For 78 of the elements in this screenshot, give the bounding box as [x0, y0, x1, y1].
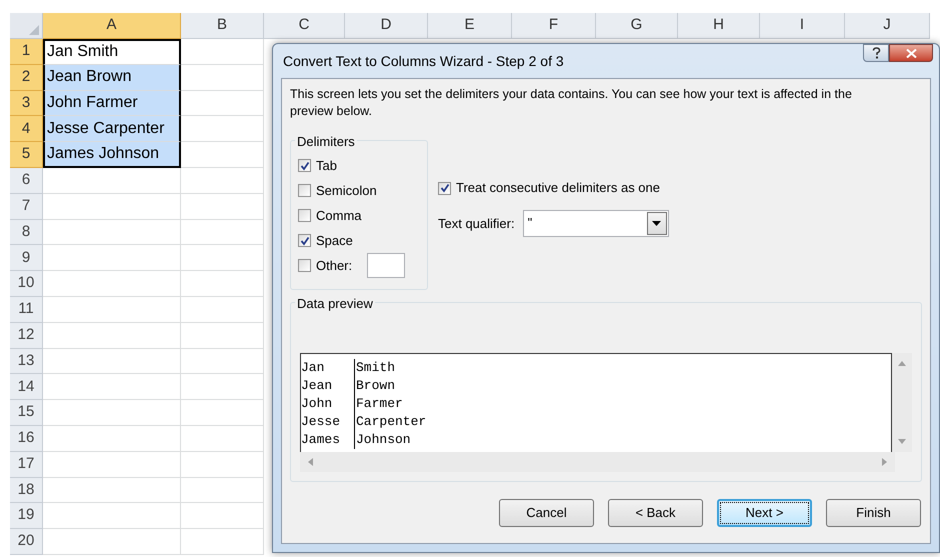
other-delimiter-field[interactable] — [367, 253, 406, 278]
scroll-down-icon[interactable] — [898, 439, 906, 444]
row-header[interactable]: 18 — [10, 478, 43, 504]
caret-icon — [652, 221, 662, 226]
column-header[interactable]: J — [845, 13, 930, 39]
row-header[interactable]: 4 — [10, 116, 43, 142]
row-header[interactable]: 10 — [10, 271, 43, 297]
scroll-right-icon[interactable] — [882, 458, 887, 466]
checkbox-label: Semicolon — [316, 182, 377, 200]
table-cell: James Johnson — [43, 142, 181, 168]
scroll-left-icon[interactable] — [308, 458, 313, 466]
column-header[interactable]: G — [596, 13, 678, 39]
dialog-button[interactable]: < Back — [608, 499, 703, 527]
checkbox-label: Comma — [316, 206, 362, 225]
row-header[interactable]: 3 — [10, 90, 43, 116]
row-header[interactable]: 13 — [10, 348, 43, 374]
preview-cell: Jesse — [301, 413, 355, 431]
close-button[interactable] — [889, 44, 933, 62]
checkbox[interactable] — [298, 159, 311, 172]
help-icon — [872, 47, 880, 59]
preview-cell: John — [301, 395, 355, 413]
column-header[interactable]: B — [181, 13, 264, 39]
column-header[interactable]: E — [428, 13, 512, 39]
close-icon — [906, 48, 916, 58]
row-header[interactable]: 14 — [10, 374, 43, 400]
column-header[interactable]: C — [264, 13, 345, 39]
row-header[interactable]: 15 — [10, 400, 43, 426]
column-header[interactable]: D — [345, 13, 428, 39]
field-label: Text qualifier: — [438, 214, 515, 233]
table-cell: John Farmer — [43, 90, 181, 116]
row-header[interactable]: 16 — [10, 426, 43, 452]
preview-cell: Farmer — [355, 395, 403, 413]
checkbox[interactable] — [298, 209, 311, 222]
checkbox[interactable] — [298, 184, 311, 197]
row-header[interactable]: 8 — [10, 220, 43, 246]
row-header[interactable]: 9 — [10, 245, 43, 272]
checkbox[interactable] — [298, 259, 311, 272]
window-title: Convert Text to Columns Wizard - Step 2 of 3 — [283, 52, 565, 71]
row-header[interactable]: 1 — [10, 39, 43, 65]
table-cell: Jan Smith — [43, 39, 181, 65]
checkbox-label: Tab — [316, 156, 337, 175]
row-header[interactable]: 7 — [10, 194, 43, 220]
checkbox-label: Treat consecutive delimiters as one — [456, 179, 660, 198]
preview-cell: Jan — [301, 359, 355, 377]
row-header[interactable]: 11 — [10, 296, 43, 323]
row-header[interactable]: 17 — [10, 452, 43, 478]
vertical-scrollbar[interactable] — [892, 353, 912, 452]
horizontal-scrollbar[interactable] — [300, 452, 895, 472]
row-header[interactable]: 5 — [10, 142, 43, 168]
checkbox-label: Space — [316, 232, 353, 250]
row-header[interactable]: 6 — [10, 168, 43, 194]
help-button[interactable] — [863, 44, 889, 62]
column-header[interactable]: F — [512, 13, 596, 39]
row-header[interactable]: 20 — [10, 529, 43, 555]
description-text: This screen lets you set the delimiters your data contains. You can see how your text is affected in the preview below. — [290, 86, 853, 120]
triangle-icon — [29, 25, 39, 35]
dialog-button[interactable]: Cancel — [499, 499, 594, 527]
table-cell: Jean Brown — [43, 64, 181, 91]
scroll-up-icon[interactable] — [898, 361, 906, 366]
row-header[interactable]: 2 — [10, 64, 43, 91]
preview-cell: Johnson — [355, 431, 411, 449]
row-header[interactable]: 12 — [10, 322, 43, 349]
column-header[interactable]: H — [678, 13, 760, 39]
dialog-button[interactable]: Next > — [717, 499, 812, 527]
dialog-button[interactable]: Finish — [826, 499, 921, 527]
checkbox-label: Other: — [316, 256, 352, 275]
preview-cell: Brown — [355, 377, 396, 395]
text-qualifier-dropdown[interactable]: " — [522, 210, 669, 237]
preview-cell: James — [301, 431, 355, 449]
column-header[interactable]: A — [43, 13, 181, 39]
checkbox[interactable] — [298, 234, 311, 247]
preview-cell: Smith — [355, 359, 396, 377]
preview-cell: Jean — [301, 377, 355, 395]
table-cell: Jesse Carpenter — [43, 116, 181, 142]
checkbox[interactable] — [438, 182, 451, 194]
row-header[interactable]: 19 — [10, 503, 43, 530]
preview-cell: Carpenter — [355, 413, 426, 431]
column-header[interactable]: I — [760, 13, 845, 39]
